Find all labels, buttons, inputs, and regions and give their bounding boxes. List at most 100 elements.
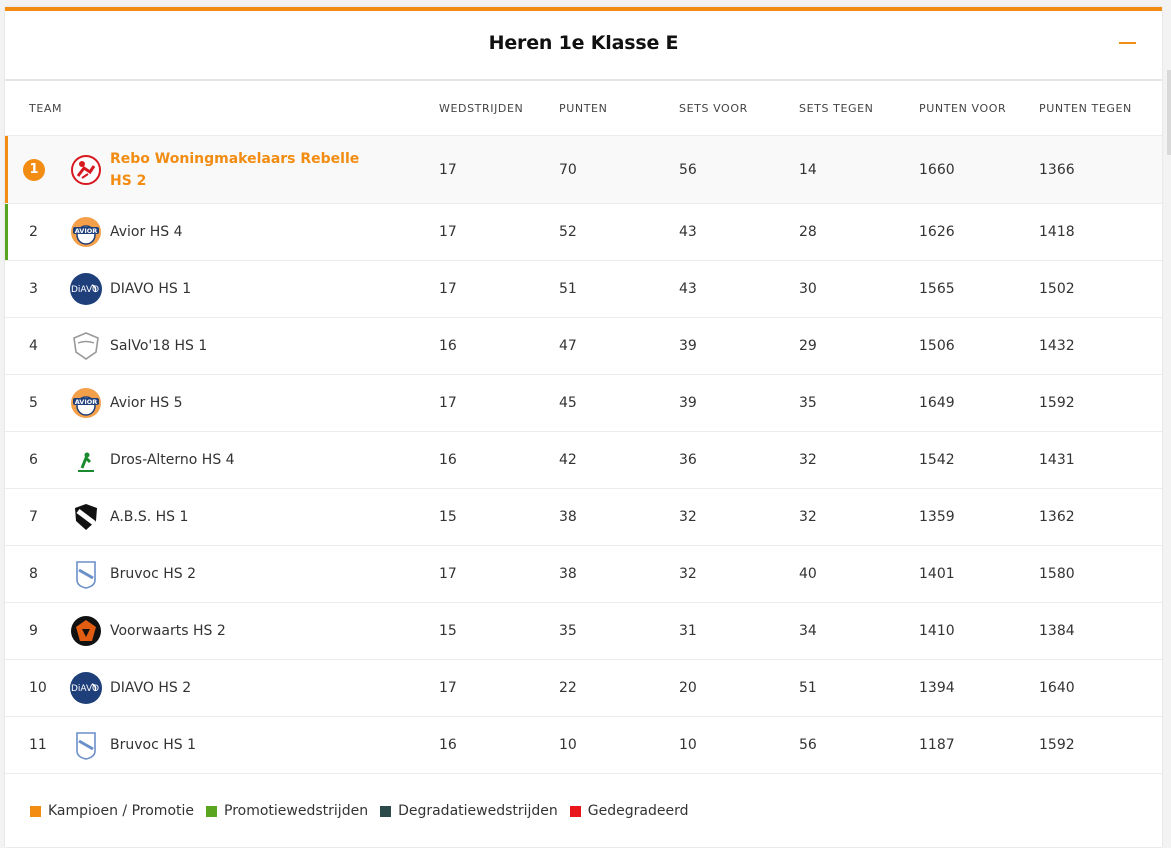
rank-number: 9 bbox=[29, 623, 38, 639]
wedstrijden-cell: 16 bbox=[439, 716, 559, 774]
team-name[interactable]: Rebo Woningmakelaars Rebelle HS 2 bbox=[110, 148, 360, 192]
team-name[interactable]: DIAVO HS 1 bbox=[110, 278, 191, 300]
rank-number: 5 bbox=[29, 395, 38, 411]
standings-card: Heren 1e Klasse E TEAM WEDSTRIJDEN PUNTE… bbox=[5, 7, 1162, 847]
wedstrijden-cell: 17 bbox=[439, 135, 559, 204]
table-row[interactable]: 7 A.B.S. HS 1 15 38 32 32 1359 1362 bbox=[5, 488, 1162, 546]
punten-voor-cell: 1401 bbox=[919, 545, 1039, 603]
team-name[interactable]: Avior HS 4 bbox=[110, 221, 182, 243]
legend-item-kampioen: Kampioen / Promotie bbox=[30, 803, 194, 819]
sets-voor-cell: 56 bbox=[679, 135, 799, 204]
sets-tegen-cell: 51 bbox=[799, 659, 919, 717]
rank-number: 10 bbox=[29, 680, 47, 696]
sets-voor-cell: 36 bbox=[679, 431, 799, 489]
salvo-shield-logo bbox=[70, 330, 102, 362]
team-cell: Bruvoc HS 1 bbox=[70, 716, 439, 774]
card-header: Heren 1e Klasse E bbox=[5, 11, 1162, 81]
avior-logo: AVIOR bbox=[70, 387, 102, 419]
table-row[interactable]: 1 Rebo Woningmakelaars Rebelle HS 2 17 70 56… bbox=[5, 135, 1162, 204]
punten-tegen-cell: 1502 bbox=[1039, 260, 1162, 318]
punten-tegen-cell: 1362 bbox=[1039, 488, 1162, 546]
rank-cell: 1 bbox=[5, 135, 70, 204]
legend-swatch bbox=[206, 805, 218, 817]
col-header-sets-voor: SETS VOOR bbox=[679, 81, 799, 136]
punten-voor-cell: 1660 bbox=[919, 135, 1039, 204]
col-header-punten: PUNTEN bbox=[559, 81, 679, 136]
sets-voor-cell: 31 bbox=[679, 602, 799, 660]
table-row[interactable]: 2 AVIOR Avior HS 4 17 52 43 28 1626 1418 bbox=[5, 203, 1162, 261]
scrollbar[interactable] bbox=[1167, 70, 1171, 155]
punten-cell: 45 bbox=[559, 374, 679, 432]
page-title: Heren 1e Klasse E bbox=[488, 32, 679, 54]
team-cell: Dros-Alterno HS 4 bbox=[70, 431, 439, 489]
punten-voor-cell: 1565 bbox=[919, 260, 1039, 318]
team-cell: Bruvoc HS 2 bbox=[70, 545, 439, 603]
bruvoc-logo bbox=[70, 729, 102, 761]
avior-logo: AVIOR bbox=[70, 216, 102, 248]
punten-voor-cell: 1394 bbox=[919, 659, 1039, 717]
punten-voor-cell: 1359 bbox=[919, 488, 1039, 546]
table-row[interactable]: 8 Bruvoc HS 2 17 38 32 40 1401 1580 bbox=[5, 545, 1162, 603]
rank-number: 6 bbox=[29, 452, 38, 468]
team-name[interactable]: SalVo'18 HS 1 bbox=[110, 335, 207, 357]
punten-voor-cell: 1626 bbox=[919, 203, 1039, 261]
bruvoc-logo bbox=[70, 558, 102, 590]
rank-cell: 4 bbox=[5, 317, 70, 375]
rank-cell: 9 bbox=[5, 602, 70, 660]
sets-tegen-cell: 29 bbox=[799, 317, 919, 375]
punten-tegen-cell: 1431 bbox=[1039, 431, 1162, 489]
sets-tegen-cell: 28 bbox=[799, 203, 919, 261]
team-cell: AVIOR Avior HS 5 bbox=[70, 374, 439, 432]
team-name[interactable]: Dros-Alterno HS 4 bbox=[110, 449, 235, 471]
punten-tegen-cell: 1640 bbox=[1039, 659, 1162, 717]
voorwaarts-logo bbox=[70, 615, 102, 647]
punten-cell: 47 bbox=[559, 317, 679, 375]
sets-voor-cell: 39 bbox=[679, 317, 799, 375]
team-name[interactable]: Voorwaarts HS 2 bbox=[110, 620, 226, 642]
sets-tegen-cell: 14 bbox=[799, 135, 919, 204]
wedstrijden-cell: 15 bbox=[439, 602, 559, 660]
legend-item-gedegradeerd: Gedegradeerd bbox=[569, 803, 688, 819]
rank-cell: 8 bbox=[5, 545, 70, 603]
table-row[interactable]: 11 Bruvoc HS 1 16 10 10 56 1187 1592 bbox=[5, 716, 1162, 774]
punten-tegen-cell: 1366 bbox=[1039, 135, 1162, 204]
punten-voor-cell: 1410 bbox=[919, 602, 1039, 660]
sets-voor-cell: 32 bbox=[679, 488, 799, 546]
col-header-team: TEAM bbox=[5, 81, 439, 136]
sets-voor-cell: 43 bbox=[679, 203, 799, 261]
abs-logo bbox=[70, 501, 102, 533]
team-name[interactable]: A.B.S. HS 1 bbox=[110, 506, 188, 528]
table-row[interactable]: 9 Voorwaarts HS 2 15 35 31 34 1410 1384 bbox=[5, 602, 1162, 660]
table-row[interactable]: 3 DiAVO DIAVO HS 1 17 51 43 30 1565 1502 bbox=[5, 260, 1162, 318]
col-header-wedstrijden: WEDSTRIJDEN bbox=[439, 81, 559, 136]
punten-cell: 38 bbox=[559, 545, 679, 603]
team-name[interactable]: Bruvoc HS 1 bbox=[110, 734, 196, 756]
sets-voor-cell: 10 bbox=[679, 716, 799, 774]
sets-tegen-cell: 32 bbox=[799, 431, 919, 489]
wedstrijden-cell: 16 bbox=[439, 431, 559, 489]
team-name[interactable]: Bruvoc HS 2 bbox=[110, 563, 196, 585]
table-row[interactable]: 5 AVIOR Avior HS 5 17 45 39 35 1649 1592 bbox=[5, 374, 1162, 432]
dros-alterno-logo bbox=[70, 444, 102, 476]
team-cell: AVIOR Avior HS 4 bbox=[70, 203, 439, 261]
table-row[interactable]: 10 DiAVO DIAVO HS 2 17 22 20 51 1394 1640 bbox=[5, 659, 1162, 717]
sets-tegen-cell: 40 bbox=[799, 545, 919, 603]
col-header-sets-tegen: SETS TEGEN bbox=[799, 81, 919, 136]
status-marker bbox=[5, 136, 8, 203]
sets-tegen-cell: 34 bbox=[799, 602, 919, 660]
rebelle-logo bbox=[70, 154, 102, 186]
standings-table: TEAM WEDSTRIJDEN PUNTEN SETS VOOR SETS T… bbox=[5, 81, 1162, 774]
table-row[interactable]: 6 Dros-Alterno HS 4 16 42 36 32 1542 1431 bbox=[5, 431, 1162, 489]
team-name[interactable]: Avior HS 5 bbox=[110, 392, 182, 414]
team-name[interactable]: DIAVO HS 2 bbox=[110, 677, 191, 699]
sets-voor-cell: 20 bbox=[679, 659, 799, 717]
punten-tegen-cell: 1418 bbox=[1039, 203, 1162, 261]
punten-cell: 51 bbox=[559, 260, 679, 318]
table-row[interactable]: 4 SalVo'18 HS 1 16 47 39 29 1506 1432 bbox=[5, 317, 1162, 375]
rank-cell: 6 bbox=[5, 431, 70, 489]
punten-cell: 10 bbox=[559, 716, 679, 774]
rank-cell: 10 bbox=[5, 659, 70, 717]
table-header-row: TEAM WEDSTRIJDEN PUNTEN SETS VOOR SETS T… bbox=[5, 81, 1162, 136]
team-cell: A.B.S. HS 1 bbox=[70, 488, 439, 546]
collapse-minus-icon[interactable] bbox=[1119, 42, 1136, 44]
